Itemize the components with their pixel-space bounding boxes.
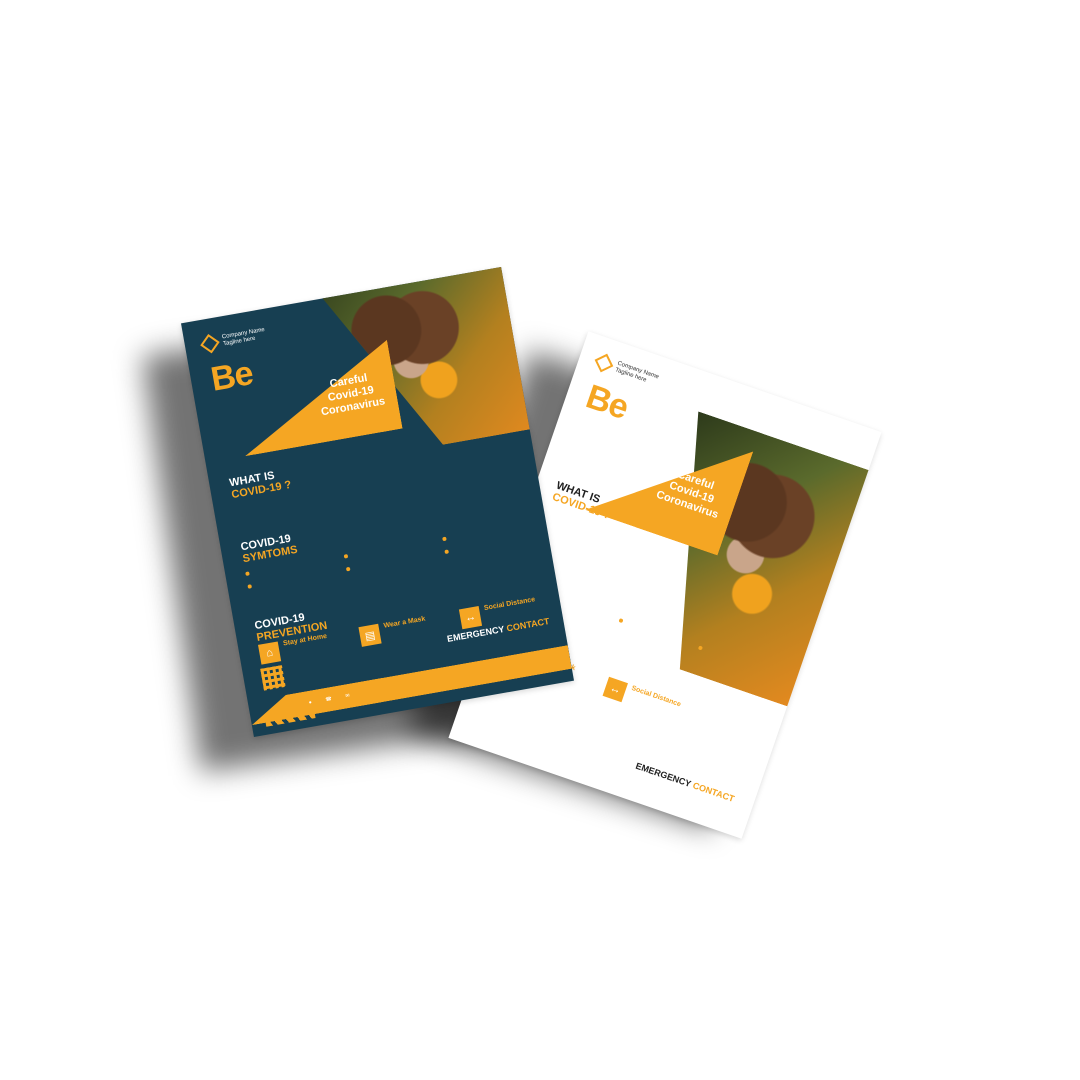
list-item xyxy=(618,617,690,646)
be-heading: Be xyxy=(581,377,633,427)
prevention-item: ↔ Social Distance xyxy=(602,676,695,725)
bullet-icon xyxy=(697,645,703,651)
distance-icon: ↔ xyxy=(458,606,483,630)
diamond-logo-icon xyxy=(200,333,220,354)
be-heading: Be xyxy=(207,354,256,399)
bullet-icon xyxy=(442,536,447,542)
location-pin-icon: ● xyxy=(308,699,313,706)
prevention-title: Social Distance xyxy=(630,684,682,709)
qr-code-icon xyxy=(260,665,286,691)
bullet-icon xyxy=(245,571,250,576)
diamond-logo-icon xyxy=(594,353,614,373)
prevention-title: Wear a Mask xyxy=(383,615,426,630)
company-logo: Company Name Tagline here xyxy=(200,327,267,354)
bullet-icon xyxy=(345,566,351,572)
prevention-title: Social Distance xyxy=(483,596,536,613)
bullet-icon xyxy=(444,549,450,555)
flyer-mockup-scene: Company Name Tagline here Be Careful Cov… xyxy=(0,0,1080,1080)
bullet-icon xyxy=(343,553,349,559)
mask-icon: ▤ xyxy=(358,623,382,647)
what-is-heading: WHAT IS COVID-19 ? xyxy=(228,469,293,502)
what-is-heading: WHAT IS COVID-19 ? xyxy=(550,479,612,522)
bullet-icon xyxy=(247,584,253,589)
distance-icon: ↔ xyxy=(602,676,628,703)
symptoms-heading: COVID-19 SYMTOMS xyxy=(239,532,299,566)
bullet-icon xyxy=(618,618,624,624)
emergency-contact-heading: EMERGENCY CONTACT xyxy=(634,760,736,804)
prevention-item: ▤ Wear a Mask xyxy=(358,612,450,647)
home-icon: ⌂ xyxy=(258,641,282,665)
phone-icon: ☎ xyxy=(325,695,333,703)
mail-icon: ✉ xyxy=(345,692,351,700)
